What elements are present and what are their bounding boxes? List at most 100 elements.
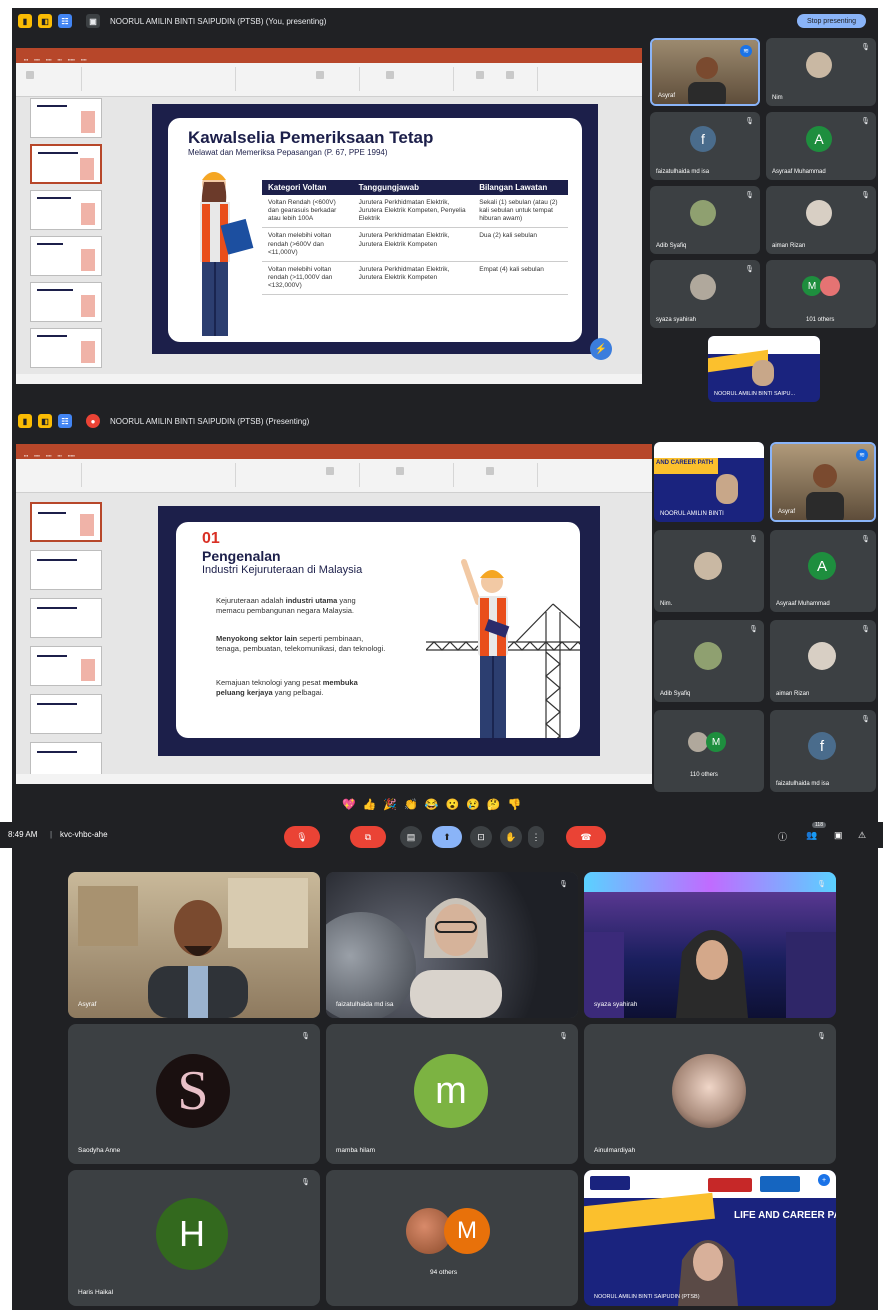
slide-thumbnail[interactable] — [30, 328, 102, 368]
participant-tile[interactable]: f 🎙 faizatulhaida md isa — [650, 112, 760, 180]
participant-name: NOORUL AMILIN BINTI SAIPU... — [714, 391, 796, 397]
presenter-tile[interactable]: LIFE AND CAREER PATH + NOORUL AMILIN BIN… — [584, 1170, 836, 1306]
participant-tile[interactable]: 🎙 Adib Syafiq — [650, 186, 760, 254]
participant-tile[interactable]: f 🎙 faizatulhaida md isa — [770, 710, 876, 792]
reaction-thumbs-down-icon[interactable]: 👎 — [508, 798, 522, 811]
reaction-thinking-icon[interactable]: 🤔 — [487, 798, 501, 811]
reaction-clap-icon[interactable]: 👏 — [404, 798, 418, 811]
slide-title: Pengenalan — [202, 548, 281, 564]
slide-thumbnail-selected[interactable] — [30, 144, 102, 184]
reaction-thumbs-up-icon[interactable]: 👍 — [363, 798, 377, 811]
separator: | — [50, 830, 53, 839]
reaction-sad-icon[interactable]: 😢 — [466, 798, 480, 811]
slide-thumbnail[interactable] — [30, 98, 102, 138]
slide-thumbnail-selected[interactable] — [30, 502, 102, 542]
reaction-heart-icon[interactable]: 💖 — [342, 798, 356, 811]
participant-tile-others[interactable]: M 101 others — [766, 260, 876, 328]
camera-button[interactable]: ⧉ — [350, 826, 386, 848]
participant-tile[interactable]: H 🎙 Haris Haikal — [68, 1170, 320, 1306]
participant-name: aiman Rizan — [776, 691, 810, 697]
ppt-tab[interactable]: ▪▪▪ — [24, 56, 28, 63]
more-button[interactable]: ✋ — [500, 826, 522, 848]
more-options-button[interactable]: ⋮ — [528, 826, 544, 848]
presenter-title: NOORUL AMILIN BINTI SAIPUDIN (PTSB) (You… — [110, 16, 327, 26]
participant-tile[interactable]: 🎙 Ainulmardiyah — [584, 1024, 836, 1164]
participant-tile[interactable]: 🎙 syaza syahirah — [650, 260, 760, 328]
table-row: Voltan melebihi voltan rendah (>11,000V … — [262, 261, 568, 296]
participant-tile[interactable]: A 🎙 Asyraaf Muhammad — [766, 112, 876, 180]
slide-thumbnail[interactable] — [30, 646, 102, 686]
mic-off-icon: 🎙 — [745, 266, 754, 273]
activity-icon[interactable]: ◧ — [38, 414, 52, 428]
slide-paragraph: Kejuruteraan adalah industri utama yang … — [216, 596, 356, 615]
ppt-tab[interactable]: ▪▪▪ — [58, 56, 62, 63]
ppt-tab[interactable]: ▪▪▪▪ — [81, 56, 87, 63]
ppt-tab[interactable]: ▪▪▪▪▪ — [68, 56, 75, 63]
participant-video-tile[interactable]: 🎙 faizatulhaida md isa — [326, 872, 578, 1018]
ppt-tab[interactable]: ▪▪▪ — [58, 452, 62, 459]
reaction-party-icon[interactable]: 🎉 — [383, 798, 397, 811]
participant-name: 110 others — [690, 772, 718, 778]
avatar — [690, 200, 716, 226]
slide-subtitle: Industri Kejuruteraan di Malaysia — [202, 564, 363, 576]
slide-thumbnail[interactable] — [30, 236, 102, 276]
present-button[interactable]: ⬆ — [432, 826, 462, 848]
raise-hand-button[interactable]: ⊡ — [470, 826, 492, 848]
participant-tile[interactable]: ≋ Asyraf — [650, 38, 760, 106]
stop-presenting-button[interactable]: Stop presenting — [796, 14, 866, 28]
reaction-laugh-icon[interactable]: 😂 — [425, 798, 439, 811]
participant-tile[interactable]: m 🎙 mamba hilam — [326, 1024, 578, 1164]
participant-video-tile[interactable]: Asyraf — [68, 872, 320, 1018]
participant-tile[interactable]: A 🎙 Asyraaf Muhammad — [770, 530, 876, 612]
people-icon[interactable]: ☷ — [58, 14, 72, 28]
reaction-surprised-icon[interactable]: 😮 — [446, 798, 460, 811]
self-view-tile[interactable]: NOORUL AMILIN BINTI SAIPU... — [708, 336, 820, 402]
presenter-tile[interactable]: AND CAREER PATH NOORUL AMILIN BINTI — [654, 442, 764, 522]
slide-thumbnails — [16, 98, 111, 384]
ppt-tab[interactable]: ▪▪▪▪ — [46, 452, 52, 459]
participant-name: faizatulhaida md isa — [656, 169, 710, 175]
leave-call-button[interactable]: ☎ — [566, 826, 606, 848]
slide-thumbnail[interactable] — [30, 550, 102, 590]
ppt-statusbar — [16, 774, 652, 784]
slide-thumbnail[interactable] — [30, 282, 102, 322]
sidebar-toggle-icon[interactable]: ▮ — [18, 414, 32, 428]
slide-thumbnail[interactable] — [30, 190, 102, 230]
people-icon[interactable]: ☷ — [58, 414, 72, 428]
people-icon[interactable]: 👥 — [806, 830, 817, 841]
activities-icon[interactable]: ⚠ — [858, 830, 866, 841]
participant-tile[interactable]: 🎙 Nim — [766, 38, 876, 106]
present-icon: ▣ — [86, 14, 100, 28]
participant-tile[interactable]: 🎙 aiman Rizan — [770, 620, 876, 702]
captions-button[interactable]: ▤ — [400, 826, 422, 848]
ppt-tab[interactable]: ▪▪▪ — [24, 452, 28, 459]
slide-thumbnail[interactable] — [30, 598, 102, 638]
table-cell: Voltan melebihi voltan rendah (>600V dan… — [262, 227, 353, 262]
chat-icon[interactable]: ▣ — [834, 830, 843, 841]
assistant-icon[interactable]: ⚡ — [590, 338, 612, 360]
participant-tile[interactable]: 🎙 aiman Rizan — [766, 186, 876, 254]
ppt-tab[interactable]: ▪▪▪▪ — [34, 56, 40, 63]
activity-icon[interactable]: ◧ — [38, 14, 52, 28]
participant-tile[interactable]: ≋ Asyraf — [770, 442, 876, 522]
participant-name: Saodyha Anne — [78, 1147, 121, 1154]
ppt-tab[interactable]: ▪▪▪▪ — [34, 452, 40, 459]
pin-icon[interactable]: + — [818, 1174, 830, 1186]
participant-name: NOORUL AMILIN BINTI — [660, 511, 724, 517]
mic-off-icon: 🎙 — [861, 626, 870, 633]
mic-button[interactable]: 🎙 — [284, 826, 320, 848]
meeting-time: 8:49 AM — [8, 830, 38, 839]
participant-tile[interactable]: S 🎙 Saodyha Anne — [68, 1024, 320, 1164]
ppt-tab[interactable]: ▪▪▪▪▪ — [68, 452, 75, 459]
participant-tile[interactable]: 🎙 Nim. — [654, 530, 764, 612]
worker-crane-illustration — [426, 559, 580, 738]
mic-off-icon: 🎙 — [559, 1033, 568, 1040]
participant-tile-others[interactable]: M 110 others — [654, 710, 764, 792]
participant-tile[interactable]: 🎙 Adib Syafiq — [654, 620, 764, 702]
info-icon[interactable]: ⓘ — [778, 830, 787, 843]
participant-tile-others[interactable]: M 94 others — [326, 1170, 578, 1306]
sidebar-toggle-icon[interactable]: ▮ — [18, 14, 32, 28]
participant-video-tile[interactable]: 🎙 syaza syahirah — [584, 872, 836, 1018]
ppt-tab[interactable]: ▪▪▪▪ — [46, 56, 52, 63]
slide-thumbnail[interactable] — [30, 694, 102, 734]
